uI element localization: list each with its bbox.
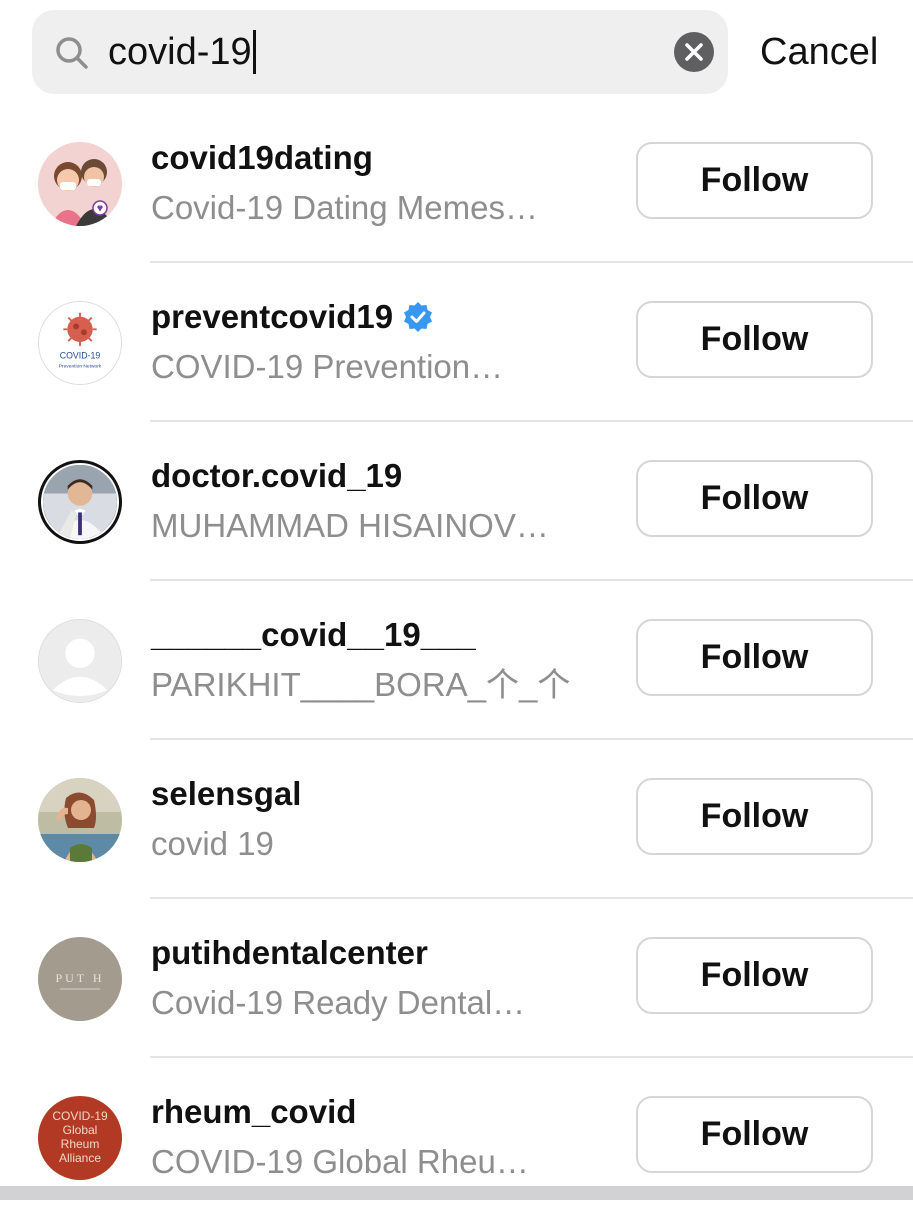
avatar-text: COVID-19 [52, 1109, 108, 1123]
result-full-name: COVID-19 Global Rheu… [151, 1143, 529, 1180]
follow-button[interactable]: Follow [636, 142, 873, 219]
avatar[interactable] [38, 778, 122, 862]
avatar[interactable]: COVID-19 Global Rheum Alliance [38, 1096, 122, 1180]
result-username[interactable]: doctor.covid_19 [151, 454, 402, 498]
result-username[interactable]: ______covid__19___ [151, 613, 476, 657]
avatar[interactable] [38, 460, 122, 544]
cancel-button[interactable]: Cancel [760, 24, 878, 80]
verified-icon [404, 302, 433, 332]
result-row[interactable]: COVID-19 Prevention Network preventcovid… [0, 263, 913, 422]
default-avatar-icon [39, 620, 121, 702]
username-text: selensgal [151, 775, 302, 812]
avatar-text: COVID-19 [60, 351, 101, 361]
avatar-text: PUT H [55, 971, 104, 985]
avatar[interactable]: COVID-19 Prevention Network [38, 301, 122, 385]
avatar[interactable]: PUT H [38, 937, 122, 1021]
result-full-name: PARIKHIT____BORA_个_个 [151, 666, 571, 703]
username-text: covid19dating [151, 139, 373, 176]
username-text: putihdentalcenter [151, 934, 428, 971]
result-row[interactable]: PUT H putihdentalcenter Covid-19 Ready D… [0, 899, 913, 1058]
result-full-name: Covid-19 Dating Memes… [151, 189, 538, 226]
result-full-name: MUHAMMAD HISAINOV… [151, 507, 549, 544]
avatar[interactable] [38, 142, 122, 226]
result-full-name: COVID-19 Prevention… [151, 348, 504, 385]
result-row[interactable]: doctor.covid_19 MUHAMMAD HISAINOV… Follo… [0, 422, 913, 581]
username-text: doctor.covid_19 [151, 457, 403, 494]
follow-button[interactable]: Follow [636, 619, 873, 696]
result-full-name: Covid-19 Ready Dental… [151, 984, 526, 1021]
result-username[interactable]: covid19dating [151, 136, 373, 180]
result-row[interactable]: ______covid__19___ PARIKHIT____BORA_个_个 … [0, 581, 913, 740]
avatar-text: Alliance [59, 1151, 101, 1165]
result-row[interactable]: covid19dating Covid-19 Dating Memes… Fol… [0, 104, 913, 263]
follow-button[interactable]: Follow [636, 937, 873, 1014]
result-full-name: covid 19 [151, 825, 274, 862]
result-username[interactable]: putihdentalcenter [151, 931, 428, 975]
follow-button[interactable]: Follow [636, 778, 873, 855]
clear-icon [685, 43, 703, 61]
result-row[interactable]: selensgal covid 19 Follow [0, 740, 913, 899]
bottom-bar [0, 1186, 913, 1200]
username-text: preventcovid19 [151, 298, 394, 335]
search-icon [55, 36, 89, 70]
avatar-text: Global [63, 1123, 98, 1137]
follow-button[interactable]: Follow [636, 460, 873, 537]
username-text: ______covid__19___ [151, 616, 476, 653]
follow-button[interactable]: Follow [636, 1096, 873, 1173]
follow-button[interactable]: Follow [636, 301, 873, 378]
search-input[interactable]: covid-19 [108, 24, 256, 80]
avatar[interactable] [38, 619, 122, 703]
username-text: rheum_covid [151, 1093, 357, 1130]
result-username[interactable]: preventcovid19 [151, 295, 433, 339]
avatar-text: Rheum [61, 1137, 100, 1151]
text-caret [252, 30, 256, 74]
avatar-text: Prevention Network [59, 363, 102, 369]
result-username[interactable]: rheum_covid [151, 1090, 356, 1134]
search-query-text: covid-19 [108, 31, 252, 73]
clear-search-button[interactable] [674, 32, 714, 72]
result-username[interactable]: selensgal [151, 772, 301, 816]
